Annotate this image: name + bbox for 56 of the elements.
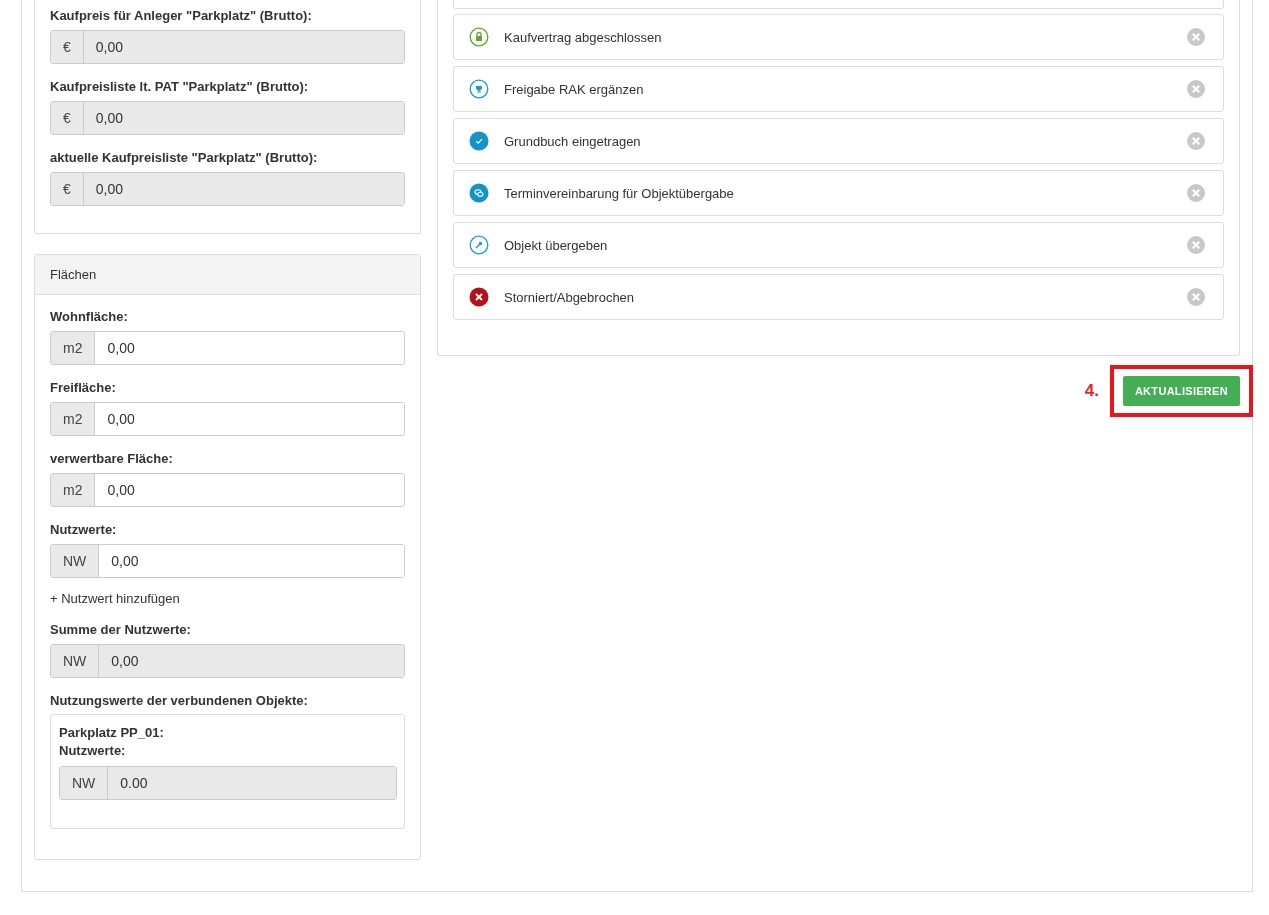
status-label: Kaufvertrag abgeschlossen [504, 29, 663, 45]
step-number: 4. [1084, 381, 1099, 401]
card-header: Flächen [35, 255, 420, 295]
field-value: 0,00 [83, 31, 404, 63]
input-field[interactable]: € 0,00 [50, 172, 405, 206]
status-label: Objekt übergeben [504, 237, 609, 253]
field-label: Summe der Nutzwerte: [50, 622, 192, 637]
status-row[interactable]: Grundbuch eingetragen [453, 118, 1224, 164]
status-row[interactable]: Objekt übergeben [453, 222, 1224, 268]
status-label: Storniert/Abgebrochen [504, 289, 636, 305]
add-value-link[interactable]: + Nutzwert hinzufügen [50, 591, 405, 606]
unit-addon: € [51, 31, 84, 63]
status-row[interactable]: Storniert/Abgebrochen [453, 274, 1224, 320]
input-field[interactable]: NW 0.00 [59, 766, 397, 800]
object-title: Parkplatz PP_01: [59, 724, 165, 742]
status-row[interactable]: Kaufvertrag abgeschlossen [453, 14, 1224, 60]
remove-icon[interactable] [1187, 184, 1205, 202]
unit-addon: m2 [51, 332, 96, 364]
field-label: verwertbare Fläche: [50, 451, 174, 466]
field-label: Freifläche: [50, 380, 117, 395]
unit-addon: € [51, 173, 84, 205]
remove-icon[interactable] [1187, 132, 1205, 150]
field-label: aktuelle Kaufpreisliste "Parkplatz" (Brutto): [50, 150, 319, 165]
status-label: Grundbuch eingetragen [504, 133, 642, 149]
input-field[interactable]: € 0,00 [50, 101, 405, 135]
field-label: Nutzwerte: [59, 742, 127, 760]
input-field[interactable]: NW 0,00 [50, 544, 405, 578]
remove-icon[interactable] [1187, 28, 1205, 46]
unit-addon: NW [51, 545, 100, 577]
field-label: Kaufpreisliste lt. PAT "Parkplatz" (Brutto): [50, 79, 310, 94]
field-label: Wohnfläche: [50, 309, 129, 324]
remove-icon[interactable] [1187, 236, 1205, 254]
input-field[interactable]: m2 0,00 [50, 473, 405, 507]
status-row[interactable] [453, 0, 1224, 9]
input-field[interactable]: m2 0,00 [50, 402, 405, 436]
input-field[interactable]: NW 0,00 [50, 644, 405, 678]
unit-addon: NW [60, 767, 109, 799]
field-value: 0,00 [99, 645, 404, 677]
unit-addon: m2 [51, 474, 96, 506]
unit-addon: m2 [51, 403, 96, 435]
status-row[interactable]: Freigabe RAK ergänzen [453, 66, 1224, 112]
input-field[interactable]: € 0,00 [50, 30, 405, 64]
field-value: 0.00 [108, 767, 396, 799]
remove-icon[interactable] [1187, 288, 1205, 306]
status-label: Terminvereinbarung für Objektübergabe [504, 185, 735, 201]
field-label: Kaufpreis für Anleger "Parkplatz" (Brutto): [50, 8, 313, 23]
field-value: 0,00 [83, 173, 404, 205]
field-label: Nutzwerte: [50, 522, 118, 537]
remove-icon[interactable] [1187, 80, 1205, 98]
field-value: 0,00 [83, 102, 404, 134]
field-label: Nutzungswerte der verbundenen Objekte: [50, 693, 309, 708]
unit-addon: € [51, 102, 84, 134]
unit-addon: NW [51, 645, 100, 677]
status-label: Freigabe RAK ergänzen [504, 81, 645, 97]
status-row[interactable]: Terminvereinbarung für Objektübergabe [453, 170, 1224, 216]
input-field[interactable]: m2 0,00 [50, 331, 405, 365]
